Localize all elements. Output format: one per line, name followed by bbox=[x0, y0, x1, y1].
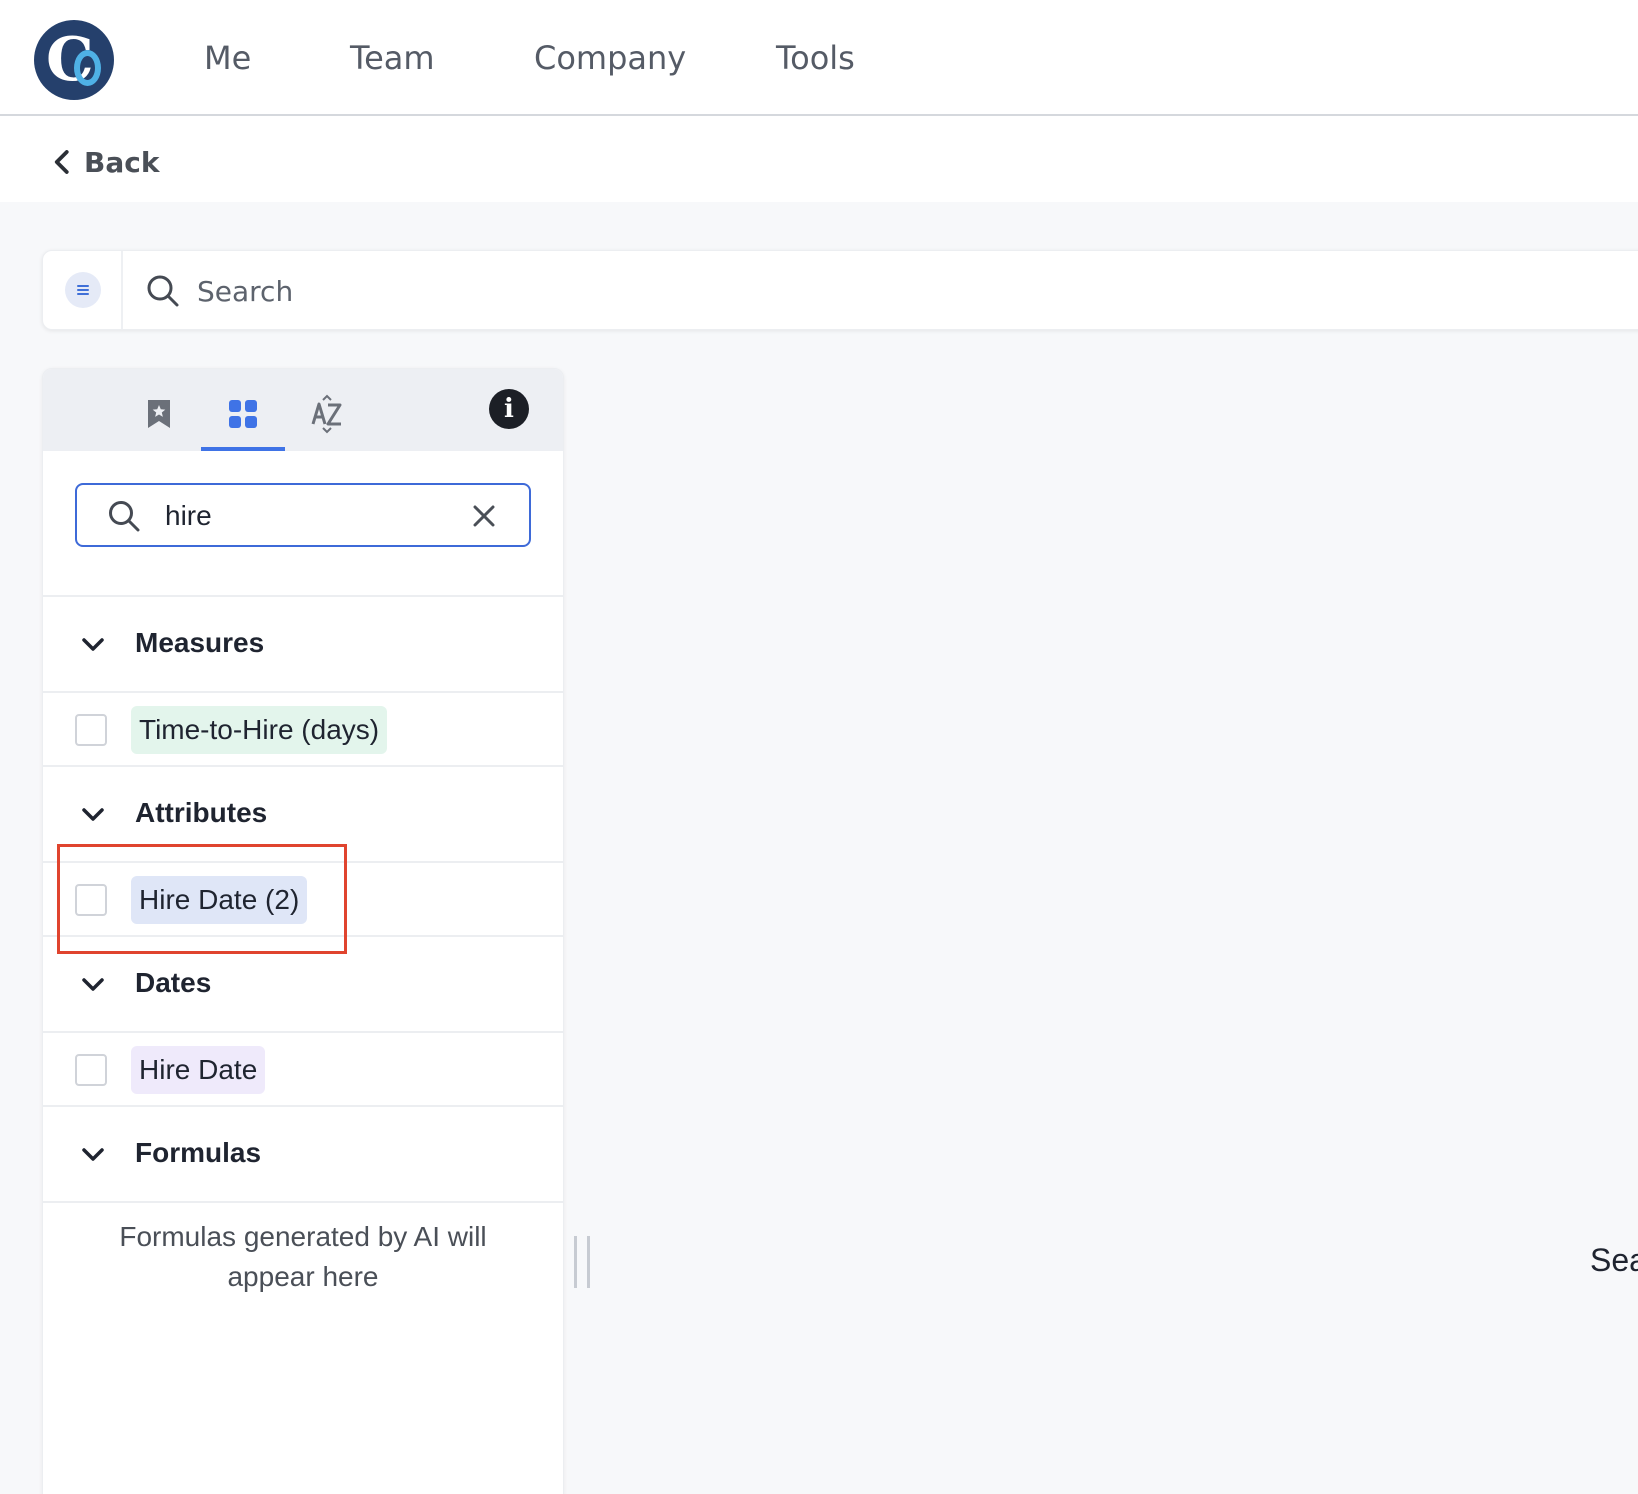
panel-tabs: i bbox=[43, 369, 563, 451]
search-icon bbox=[109, 501, 140, 532]
list-item[interactable]: Time-to-Hire (days) bbox=[43, 693, 563, 765]
list-item[interactable]: Hire Date bbox=[43, 1033, 563, 1105]
chevron-down-icon bbox=[82, 978, 104, 991]
field-pill-attribute[interactable]: Hire Date (2) bbox=[131, 876, 308, 924]
chevron-down-icon bbox=[82, 1148, 104, 1161]
section-measures[interactable]: Measures bbox=[43, 597, 563, 691]
section-dates[interactable]: Dates bbox=[43, 937, 563, 1031]
section-title: Dates bbox=[135, 967, 212, 998]
tab-sort-az[interactable] bbox=[285, 377, 369, 451]
field-pill-measure[interactable]: Time-to-Hire (days) bbox=[131, 706, 388, 754]
field-pill-date[interactable]: Hire Date bbox=[131, 1046, 266, 1094]
logo-letter-o bbox=[74, 50, 101, 86]
field-checkbox[interactable] bbox=[75, 884, 107, 916]
section-title: Measures bbox=[135, 627, 265, 658]
tab-categories[interactable] bbox=[201, 377, 285, 451]
formulas-empty-message: Formulas generated by AI will appear her… bbox=[119, 1221, 487, 1292]
close-icon[interactable] bbox=[469, 501, 499, 531]
global-search-bar bbox=[42, 250, 1638, 330]
sort-az-icon bbox=[311, 394, 342, 434]
nav-item-team[interactable]: Team bbox=[350, 38, 435, 78]
company-logo[interactable]: C bbox=[34, 20, 114, 100]
resize-grip-line bbox=[574, 1236, 577, 1288]
field-search-box[interactable] bbox=[75, 483, 531, 547]
list-icon bbox=[77, 285, 89, 295]
field-checkbox[interactable] bbox=[75, 714, 107, 746]
chevron-down-icon bbox=[82, 808, 104, 821]
global-search-input[interactable] bbox=[197, 269, 797, 313]
search-icon bbox=[147, 275, 179, 307]
grid-icon bbox=[229, 400, 257, 428]
back-label: Back bbox=[84, 145, 160, 179]
field-checkbox[interactable] bbox=[75, 1054, 107, 1086]
field-panel: i Measures Time-to-Hire (days) Attribute… bbox=[42, 368, 564, 1494]
info-button[interactable]: i bbox=[489, 389, 529, 429]
list-item[interactable]: Hire Date (2) bbox=[43, 863, 563, 935]
search-divider bbox=[121, 251, 123, 329]
back-button[interactable]: Back bbox=[48, 142, 159, 182]
tab-bookmarks[interactable] bbox=[117, 377, 201, 451]
main-area-text: Sea bbox=[1590, 1242, 1638, 1278]
chevron-down-icon bbox=[82, 638, 104, 651]
bookmark-star-icon bbox=[148, 400, 170, 428]
menu-toggle-button[interactable] bbox=[65, 272, 101, 308]
nav-item-tools[interactable]: Tools bbox=[776, 38, 855, 78]
info-icon: i bbox=[504, 394, 514, 424]
field-search-input[interactable] bbox=[165, 495, 455, 537]
panel-resize-handle[interactable] bbox=[574, 1236, 590, 1288]
divider bbox=[43, 1201, 563, 1203]
nav-item-company[interactable]: Company bbox=[534, 38, 686, 78]
section-formulas[interactable]: Formulas bbox=[43, 1107, 563, 1201]
section-attributes[interactable]: Attributes bbox=[43, 767, 563, 861]
chevron-left-icon bbox=[54, 150, 69, 174]
top-nav: C Me Team Company Tools bbox=[0, 0, 1638, 116]
nav-item-me[interactable]: Me bbox=[204, 38, 251, 78]
section-title: Formulas bbox=[135, 1137, 262, 1168]
section-title: Attributes bbox=[135, 797, 268, 828]
resize-grip-line bbox=[587, 1236, 590, 1288]
back-bar: Back bbox=[0, 116, 1638, 202]
